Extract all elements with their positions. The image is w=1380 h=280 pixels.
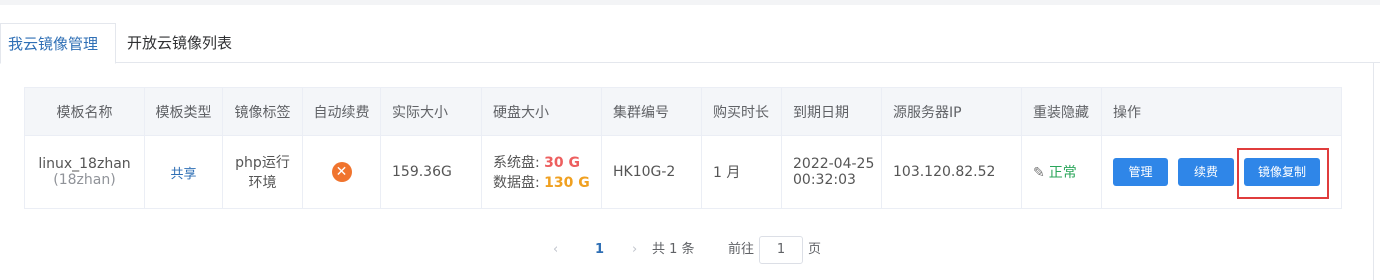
cell-expire-date: 2022-04-25 00:32:03 [781,135,882,209]
cell-image-tag: php运行 环境 [222,135,303,209]
cell-reinstall-hidden[interactable]: ✎ 正常 [1021,135,1102,209]
expire-date: 2022-04-25 [793,156,875,172]
data-disk-value: 130 G [544,175,590,191]
prev-page-icon[interactable]: ‹ [553,236,558,264]
system-disk-label: 系统盘: [493,155,540,171]
col-template-name: 模板名称 [24,87,145,136]
col-actions: 操作 [1101,87,1342,136]
cell-disk-size: 系统盘: 30 G 数据盘: 130 G [481,135,602,209]
data-disk: 数据盘: 130 G [493,172,601,192]
tab-public-images[interactable]: 开放云镜像列表 [120,23,239,63]
cell-duration: 1 月 [701,135,782,209]
cell-source-ip: 103.120.82.52 [881,135,1022,209]
copy-image-highlight-box [1237,148,1329,199]
image-table: 模板名称 模板类型 镜像标签 自动续费 实际大小 硬盘大小 集群编号 购买时长 … [24,87,1342,209]
cell-template-name: linux_18zhan (18zhan) [24,135,145,209]
pagination: ‹ 1 › 共 1 条 前往 页 [0,236,1380,264]
image-tag-line2: 环境 [248,175,277,191]
col-template-type: 模板类型 [144,87,223,136]
col-reinstall-hidden: 重装隐藏 [1021,87,1102,136]
table-row: linux_18zhan (18zhan) 共享 php运行 环境 ✕ 159.… [24,135,1342,209]
col-image-tag: 镜像标签 [222,87,303,136]
tab-my-images[interactable]: 我云镜像管理 [0,23,116,64]
goto-label: 前往 [728,242,755,257]
system-disk: 系统盘: 30 G [493,152,601,172]
col-source-ip: 源服务器IP [881,87,1022,136]
cell-actual-size: 159.36G [380,135,482,209]
cell-cluster-id: HK10G-2 [601,135,702,209]
col-cluster-id: 集群编号 [601,87,702,136]
system-disk-value: 30 G [544,155,581,171]
cell-template-type: 共享 [144,135,223,209]
page-unit-label: 页 [808,242,822,257]
manage-button[interactable]: 管理 [1113,158,1168,186]
col-auto-renew: 自动续费 [302,87,381,136]
col-actual-size: 实际大小 [380,87,482,136]
cell-auto-renew: ✕ [302,135,381,209]
col-disk-size: 硬盘大小 [481,87,602,136]
renew-button[interactable]: 续费 [1178,158,1234,186]
tab-bar: 我云镜像管理 开放云镜像列表 [0,23,1380,64]
goto-page-input[interactable] [759,236,803,264]
template-name: linux_18zhan [38,156,131,172]
image-tag-line1: php运行 [235,155,290,171]
reinstall-status: 正常 [1048,165,1077,181]
next-page-icon[interactable]: › [632,236,637,264]
template-type-link[interactable]: 共享 [170,167,196,182]
x-icon: ✕ [331,162,352,182]
col-expire-date: 到期日期 [781,87,882,136]
edit-pencil-icon[interactable]: ✎ [1033,165,1045,181]
table-header-row: 模板名称 模板类型 镜像标签 自动续费 实际大小 硬盘大小 集群编号 购买时长 … [24,87,1342,136]
col-duration: 购买时长 [701,87,782,136]
data-disk-label: 数据盘: [493,175,540,191]
expire-time: 00:32:03 [793,172,856,188]
total-count: 共 1 条 [652,242,695,257]
page-number[interactable]: 1 [595,236,604,264]
template-name-sub: (18zhan) [53,172,116,188]
